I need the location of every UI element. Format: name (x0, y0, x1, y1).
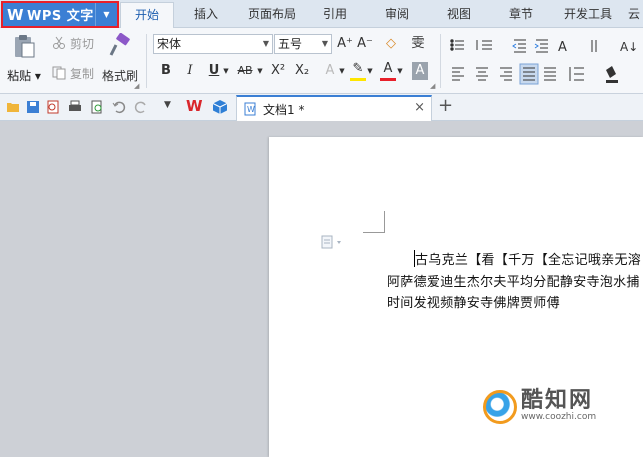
shading-icon (606, 66, 618, 83)
copy-icon (52, 66, 66, 80)
chevron-down-icon[interactable]: ▼ (338, 62, 346, 80)
highlight-button[interactable]: ✎ (350, 60, 366, 81)
document-line-2[interactable]: 阿萨德爱迪生杰尔夫平均分配静安寺泡水捕 (387, 271, 640, 290)
justify-button-bg (519, 63, 539, 85)
strikethrough-button[interactable]: AB (234, 62, 256, 80)
open-folder-icon[interactable] (6, 100, 20, 114)
align-right-icon (500, 67, 512, 81)
document-line-1[interactable]: 古乌克兰【看【千万【全忘记哦亲无溶 (415, 249, 641, 268)
cube-icon[interactable] (212, 99, 228, 115)
ribbon: 粘贴 ▾ 剪切 复制 格式刷 ◢ 宋体 ▼ 五号 ▼ A⁺ A⁻ ◇ 雯 B I (0, 28, 643, 94)
document-tab[interactable]: W 文档1 * × (236, 95, 432, 121)
bullets-icon (450, 39, 464, 51)
paste-label: 粘贴 ▾ (7, 69, 41, 83)
underline-button[interactable]: U (206, 62, 222, 80)
close-icon[interactable]: × (414, 100, 425, 115)
clipboard-icon (15, 35, 35, 58)
font-color-button[interactable]: A (380, 60, 396, 81)
print-icon[interactable] (68, 100, 82, 114)
document-icon: W (244, 102, 256, 116)
divider (146, 34, 147, 88)
chevron-down-icon[interactable]: ▼ (396, 62, 404, 80)
chevron-down-icon: ▼ (262, 39, 269, 48)
italic-button[interactable]: I (182, 62, 198, 80)
chevron-down-icon[interactable]: ▼ (256, 62, 264, 80)
print-preview-icon[interactable] (90, 100, 104, 114)
save-icon[interactable] (26, 100, 40, 114)
font-name-value: 宋体 (157, 37, 182, 51)
coozhi-logo-icon (483, 390, 517, 424)
watermark-text: 酷知网 (521, 388, 594, 413)
tab-page-layout[interactable]: 页面布局 (240, 0, 304, 28)
asian-layout-icon: A (558, 40, 567, 55)
font-size-value: 五号 (278, 37, 303, 51)
watermark: 酷知网 www.coozhi.com (483, 378, 633, 448)
subscript-button[interactable]: X₂ (292, 62, 312, 80)
copy-label: 复制 (70, 66, 95, 81)
clipboard-group-launcher-icon[interactable]: ◢ (134, 82, 139, 90)
app-menu-button[interactable]: W WPS 文字 ▼ (1, 1, 119, 28)
brush-icon (109, 33, 130, 56)
cut-button[interactable]: 剪切 (52, 34, 94, 52)
numbering-icon (476, 40, 492, 50)
font-size-select[interactable]: 五号 ▼ (274, 34, 332, 54)
quick-access-bar: ▼ W W 文档1 * × + (0, 94, 643, 121)
chevron-down-icon[interactable]: ▼ (222, 62, 230, 80)
menu-bar: W WPS 文字 ▼ 开始 插入 页面布局 引用 审阅 视图 章节 开发工具 云 (0, 0, 643, 29)
font-name-select[interactable]: 宋体 ▼ (153, 34, 273, 54)
bold-button[interactable]: B (158, 62, 174, 80)
cut-label: 剪切 (70, 36, 95, 51)
watermark-url: www.coozhi.com (521, 412, 597, 422)
scissors-icon (53, 36, 65, 49)
paragraph-menu-icon[interactable] (321, 235, 347, 249)
tab-insert[interactable]: 插入 (180, 0, 232, 28)
increase-indent-icon (534, 39, 548, 53)
character-shading-button[interactable]: A (412, 62, 428, 80)
tab-chapter[interactable]: 章节 (498, 0, 544, 28)
app-title: WPS 文字 (27, 9, 94, 24)
format-painter-button[interactable]: 格式刷 (100, 31, 140, 89)
grow-font-button[interactable]: A⁺ (336, 35, 354, 53)
line-spacing-icon (569, 67, 584, 81)
text-direction-icon (591, 40, 597, 52)
distributed-icon (544, 67, 556, 81)
tab-view[interactable]: 视图 (436, 0, 482, 28)
undo-icon[interactable] (112, 100, 126, 114)
decrease-indent-icon (512, 39, 526, 53)
superscript-button[interactable]: X² (268, 62, 288, 80)
redo-icon[interactable] (134, 100, 148, 114)
margin-corner-mark (363, 211, 385, 233)
pinyin-guide-button[interactable]: 雯 (406, 35, 430, 53)
chevron-down-icon: ▼ (321, 39, 328, 48)
align-center-icon (476, 67, 488, 81)
tab-references[interactable]: 引用 (312, 0, 358, 28)
new-tab-button[interactable]: + (438, 95, 453, 116)
document-tab-label: 文档1 * (263, 102, 305, 117)
divider (440, 34, 441, 88)
shrink-font-button[interactable]: A⁻ (356, 35, 374, 53)
export-pdf-icon[interactable] (46, 100, 60, 114)
paragraph-toolbar: A A↓ (450, 39, 636, 85)
quick-access-dropdown-icon[interactable]: ▼ (164, 100, 171, 110)
wps-home-icon[interactable]: W (186, 97, 203, 115)
app-menu-dropdown-icon[interactable]: ▼ (95, 3, 117, 26)
svg-text:W: W (247, 105, 255, 114)
clear-format-button[interactable]: ◇ (382, 35, 400, 53)
document-line-3[interactable]: 时间发视频静安寺佛牌贾师傅 (387, 292, 560, 311)
paste-button[interactable]: 粘贴 ▾ (4, 31, 44, 89)
wps-logo-icon: W (7, 5, 24, 24)
tab-cloud[interactable]: 云 (624, 0, 643, 28)
tab-developer[interactable]: 开发工具 (556, 0, 620, 28)
copy-button[interactable]: 复制 (52, 64, 94, 82)
chevron-down-icon[interactable]: ▼ (366, 62, 374, 80)
tab-review[interactable]: 审阅 (374, 0, 420, 28)
sort-icon: A↓ (620, 40, 636, 54)
font-group-launcher-icon[interactable]: ◢ (430, 82, 435, 90)
align-left-icon (452, 67, 464, 81)
text-effect-button[interactable]: A (322, 62, 338, 80)
format-painter-label: 格式刷 (101, 69, 138, 83)
tab-home[interactable]: 开始 (120, 2, 174, 29)
